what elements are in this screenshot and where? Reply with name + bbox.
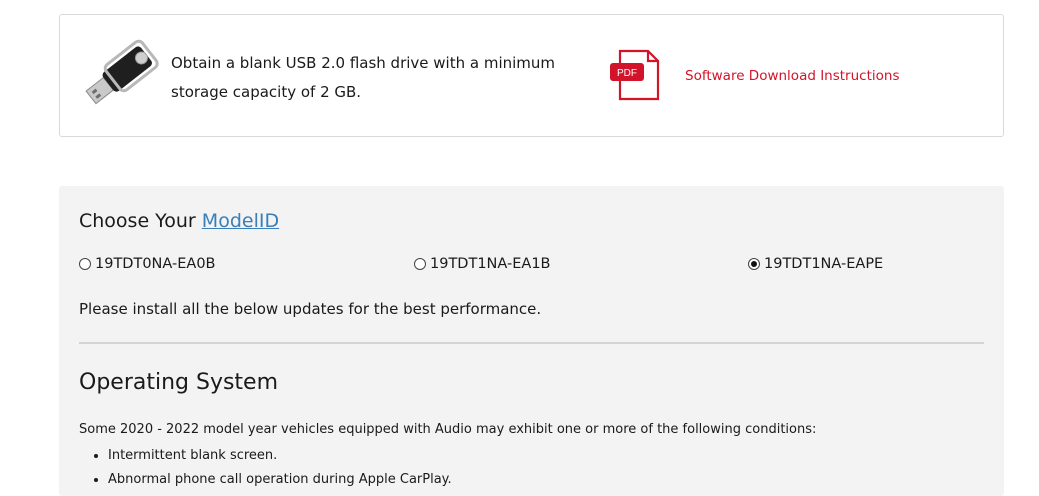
section-divider <box>79 342 984 344</box>
list-item: Intermittent blank screen. <box>108 444 452 468</box>
conditions-list: Intermittent blank screen. Abnormal phon… <box>90 444 452 492</box>
model-option-label: 19TDT0NA-EA0B <box>95 256 216 272</box>
model-option-label: 19TDT1NA-EA1B <box>430 256 551 272</box>
usb-instruction-text: Obtain a blank USB 2.0 flash drive with … <box>171 54 556 101</box>
radio-button[interactable] <box>79 258 91 270</box>
model-option-label: 19TDT1NA-EAPE <box>764 256 884 272</box>
operating-system-description: Some 2020 - 2022 model year vehicles equ… <box>79 422 817 437</box>
pdf-badge-label: PDF <box>617 68 637 79</box>
model-option-19tdt1na-eape[interactable]: 19TDT1NA-EAPE <box>748 256 883 272</box>
software-download-instructions-link[interactable]: Software Download Instructions <box>685 68 899 84</box>
choose-model-heading: Choose Your ModelID <box>79 210 279 232</box>
model-option-19tdt1na-ea1b[interactable]: 19TDT1NA-EA1B <box>414 256 551 272</box>
operating-system-heading: Operating System <box>79 370 279 395</box>
model-id-link[interactable]: ModelID <box>202 210 279 232</box>
choose-model-prefix: Choose Your <box>79 210 202 232</box>
pdf-document-icon[interactable]: PDF <box>608 49 662 101</box>
usb-drive-icon <box>85 39 159 105</box>
list-item: Abnormal phone call operation during App… <box>108 468 452 492</box>
install-note: Please install all the below updates for… <box>79 300 542 318</box>
model-option-19tdt0na-ea0b[interactable]: 19TDT0NA-EA0B <box>79 256 216 272</box>
model-selection-panel: Choose Your ModelID 19TDT0NA-EA0B 19TDT1… <box>59 186 1004 496</box>
usb-requirement-card: Obtain a blank USB 2.0 flash drive with … <box>59 14 1004 137</box>
radio-button-selected[interactable] <box>748 258 760 270</box>
radio-button[interactable] <box>414 258 426 270</box>
